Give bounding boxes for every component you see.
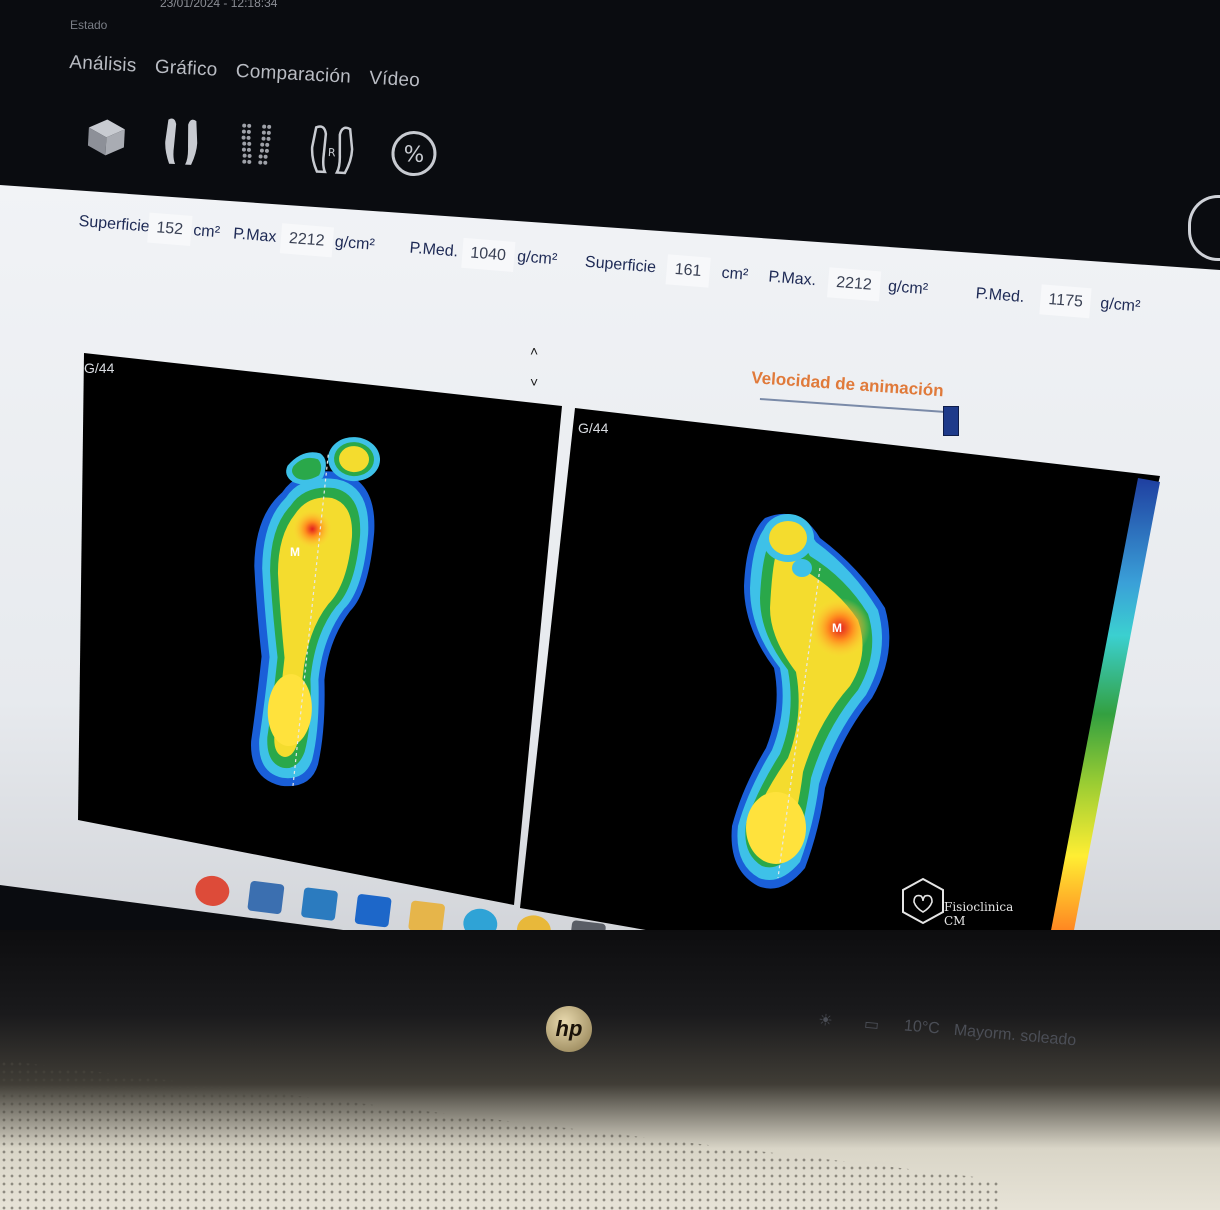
feet-outline-icon: R — [310, 125, 354, 175]
right-surface-value: 161 — [665, 254, 711, 288]
view-footprint-button[interactable] — [153, 110, 212, 173]
right-surface-label: Superficie — [584, 253, 657, 277]
svg-text:R: R — [328, 146, 337, 159]
percent-icon: % — [391, 131, 437, 177]
feet-dotted-icon — [241, 123, 272, 165]
window-title-bar: 23/01/2024 - 12:18:34 — [90, 0, 790, 40]
hp-brand-logo: hp — [546, 1006, 592, 1052]
temperature-text[interactable]: 10°C — [903, 1017, 940, 1038]
left-pmax-value: 2212 — [279, 223, 334, 258]
right-pmax-label: P.Max. — [767, 268, 817, 290]
clinic-watermark-text: Fisioclinica CM — [944, 900, 1014, 928]
right-pmed-label: P.Med. — [975, 285, 1025, 306]
chrome-icon[interactable] — [193, 873, 232, 908]
right-pmax-value: 2212 — [827, 267, 881, 302]
right-size-tag: G/44 — [578, 420, 609, 436]
percent-view-button[interactable]: % — [384, 122, 443, 185]
left-pmed-value: 1040 — [461, 237, 516, 272]
animation-speed-slider-thumb[interactable] — [943, 406, 959, 436]
weather-icon[interactable]: ☀ — [817, 1010, 833, 1031]
scroll-down-icon[interactable]: ˅ — [530, 374, 538, 390]
left-surface-label: Superficie — [77, 212, 151, 236]
left-pressure-max-marker: M — [290, 545, 300, 559]
menu-item-video[interactable]: Vídeo — [369, 68, 421, 93]
svg-text:%: % — [403, 142, 425, 168]
menu-item-analisis[interactable]: Análisis — [69, 52, 137, 77]
toolbar: R % — [76, 106, 480, 207]
view-3d-button[interactable] — [77, 106, 136, 169]
scroll-up-icon[interactable]: ˄ — [530, 343, 538, 359]
right-pressure-max-marker: M — [832, 621, 842, 635]
store-icon[interactable] — [300, 887, 339, 922]
status-label: Estado — [70, 18, 108, 32]
battery-icon[interactable]: ▭ — [863, 1014, 880, 1035]
dropbox-icon[interactable] — [354, 893, 392, 928]
right-surface-unit: cm² — [720, 264, 749, 284]
left-surface-unit: cm² — [192, 222, 221, 242]
menu-item-comparacion[interactable]: Comparación — [235, 61, 351, 89]
clinic-logo-icon — [902, 877, 944, 925]
menu-item-grafico[interactable]: Gráfico — [154, 56, 218, 81]
left-pmed-label: P.Med. — [408, 239, 459, 261]
left-surface-value: 152 — [147, 212, 193, 246]
left-size-tag: G/44 — [84, 360, 115, 376]
weather-text[interactable]: Mayorm. soleado — [953, 1022, 1077, 1051]
feet-silhouette-icon — [165, 118, 198, 165]
left-pmax-unit: g/cm² — [334, 233, 376, 254]
right-pmed-unit: g/cm² — [1099, 295, 1141, 316]
left-pmed-unit: g/cm² — [516, 248, 558, 269]
left-foot-panel: M G/44 — [78, 353, 562, 905]
left-pmax-label: P.Max — [232, 225, 278, 246]
session-timestamp: 23/01/2024 - 12:18:34 — [160, 0, 278, 10]
left-foot-pressure-map: M — [251, 437, 381, 789]
power-icon[interactable] — [1188, 195, 1220, 261]
file-explorer-icon[interactable] — [247, 880, 285, 915]
view-outline-button[interactable]: R — [303, 118, 362, 181]
cube-3d-icon — [87, 119, 125, 156]
right-pmed-value: 1175 — [1039, 284, 1092, 319]
view-sensors-button[interactable] — [227, 114, 286, 177]
right-pmax-unit: g/cm² — [887, 278, 929, 299]
